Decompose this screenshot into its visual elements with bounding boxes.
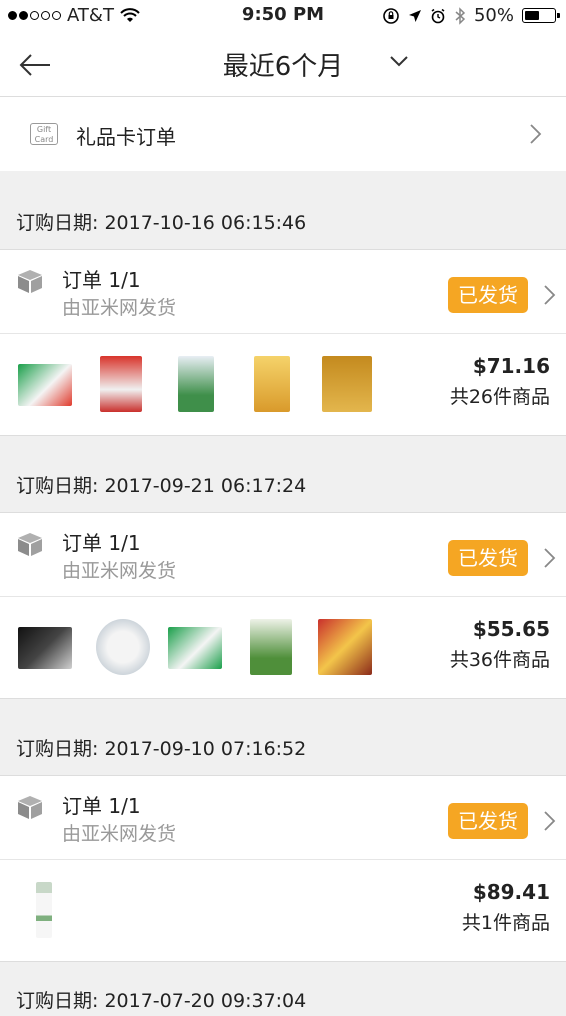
- product-thumbnail: [250, 619, 292, 675]
- order-date: 订购日期: 2017-09-10 07:16:52: [16, 738, 307, 760]
- package-icon: [18, 270, 42, 293]
- nav-bar: 最近6个月: [0, 32, 566, 97]
- order-date: 订购日期: 2017-10-16 06:15:46: [16, 212, 307, 234]
- product-thumbnail: [36, 882, 52, 938]
- product-thumbnail: [178, 356, 214, 412]
- product-thumbnail: [100, 356, 142, 412]
- order-number: 订单 1/1: [62, 531, 141, 555]
- order-total: $89.41: [472, 880, 550, 904]
- product-thumbnail: [18, 364, 72, 406]
- product-thumbnail: [168, 627, 222, 669]
- item-count: 共36件商品: [449, 649, 550, 671]
- item-count: 共26件商品: [449, 386, 550, 408]
- order-header[interactable]: 订单 1/1 由亚米网发货 已发货: [0, 776, 566, 860]
- status-bar: AT&T 9:50 PM 50%: [0, 0, 566, 32]
- product-thumbnail: [254, 356, 290, 412]
- order-date: 订购日期: 2017-07-20 09:37:04: [16, 990, 307, 1012]
- battery-icon: [522, 8, 560, 23]
- alarm-icon: [431, 8, 445, 23]
- package-icon: [18, 533, 42, 556]
- status-badge: 已发货: [448, 540, 528, 576]
- chevron-right-icon: [530, 124, 542, 144]
- battery-percent: 50%: [473, 5, 514, 26]
- order-items[interactable]: $89.41 共1件商品: [0, 860, 566, 961]
- order-header[interactable]: 订单 1/1 由亚米网发货 已发货: [0, 513, 566, 597]
- rotation-lock-icon: [383, 7, 399, 24]
- order-number: 订单 1/1: [62, 268, 141, 292]
- order-number: 订单 1/1: [62, 794, 141, 818]
- status-right: 50%: [382, 5, 560, 26]
- location-icon: [408, 9, 421, 22]
- bluetooth-icon: [455, 6, 466, 25]
- order-date: 订购日期: 2017-09-21 06:17:24: [16, 475, 307, 497]
- order-card[interactable]: 订单 1/1 由亚米网发货 已发货 $89.41 共1件商品: [0, 775, 566, 962]
- order-card[interactable]: 订单 1/1 由亚米网发货 已发货 $71.16 共26件商品: [0, 249, 566, 436]
- status-badge: 已发货: [448, 277, 528, 313]
- shipper-label: 由亚米网发货: [62, 560, 177, 582]
- nav-title[interactable]: 最近6个月: [223, 52, 344, 82]
- gift-card-icon: Gift Card: [30, 123, 58, 145]
- item-count: 共1件商品: [461, 912, 550, 934]
- chevron-down-icon[interactable]: [388, 54, 410, 68]
- gift-card-orders-row[interactable]: Gift Card 礼品卡订单: [0, 97, 566, 171]
- product-thumbnail: [96, 619, 150, 675]
- chevron-right-icon: [544, 811, 556, 831]
- chevron-right-icon: [544, 285, 556, 305]
- shipper-label: 由亚米网发货: [62, 823, 177, 845]
- product-thumbnail: [322, 356, 372, 412]
- package-icon: [18, 796, 42, 819]
- order-card[interactable]: 订单 1/1 由亚米网发货 已发货 $55.65 共36件商品: [0, 512, 566, 699]
- order-total: $55.65: [472, 617, 550, 641]
- product-thumbnail: [18, 627, 72, 669]
- chevron-right-icon: [544, 548, 556, 568]
- order-items[interactable]: $55.65 共36件商品: [0, 597, 566, 698]
- nav-title-wrap[interactable]: 最近6个月: [0, 46, 566, 83]
- order-total: $71.16: [472, 354, 550, 378]
- product-thumbnail: [318, 619, 372, 675]
- shipper-label: 由亚米网发货: [62, 297, 177, 319]
- status-badge: 已发货: [448, 803, 528, 839]
- order-header[interactable]: 订单 1/1 由亚米网发货 已发货: [0, 250, 566, 334]
- gift-card-label: 礼品卡订单: [76, 125, 176, 149]
- order-items[interactable]: $71.16 共26件商品: [0, 334, 566, 435]
